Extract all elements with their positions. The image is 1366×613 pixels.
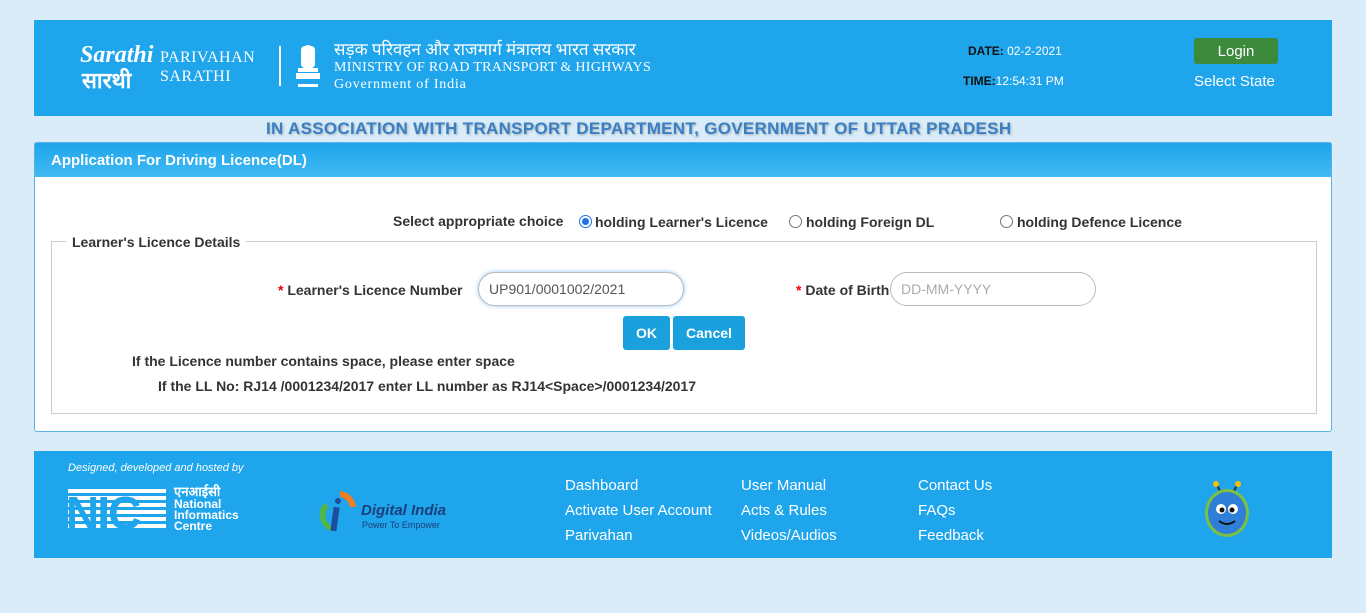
- space-note: If the Licence number contains space, pl…: [132, 353, 515, 369]
- digital-india-icon: [319, 491, 356, 532]
- footer-link-videos-audios[interactable]: Videos/Audios: [741, 523, 837, 548]
- login-button[interactable]: Login: [1194, 38, 1278, 64]
- radio-foreign-dl[interactable]: [789, 215, 802, 228]
- date-display: DATE: 02-2-2021: [968, 44, 1062, 58]
- ll-number-label: * Learner's Licence Number: [278, 282, 463, 298]
- select-state-link[interactable]: Select State: [1194, 73, 1275, 90]
- date-label: DATE:: [968, 44, 1004, 58]
- nic-line3: Centre: [174, 519, 213, 533]
- time-value: 12:54:31 PM: [995, 74, 1064, 88]
- dob-label-text: Date of Birth: [805, 282, 890, 298]
- ministry-hindi: सड़क परिवहन और राजमार्ग मंत्रालय भारत सर…: [334, 40, 636, 59]
- digital-india-tagline: Power To Empower: [362, 520, 440, 530]
- footer-link-faqs[interactable]: FAQs: [918, 498, 992, 523]
- date-value: 02-2-2021: [1007, 44, 1062, 58]
- time-label: TIME:: [963, 74, 996, 88]
- ll-number-input[interactable]: [478, 272, 684, 306]
- footer-link-feedback[interactable]: Feedback: [918, 523, 992, 548]
- svg-text:Sarathi: Sarathi: [80, 42, 154, 68]
- footer-link-parivahan[interactable]: Parivahan: [565, 523, 712, 548]
- designed-by-text: Designed, developed and hosted by: [68, 462, 244, 474]
- chatbot-mascot-icon[interactable]: [1202, 481, 1252, 539]
- time-display: TIME:12:54:31 PM: [963, 74, 1064, 88]
- header-divider: [279, 46, 281, 86]
- svg-text:सारथी: सारथी: [81, 67, 133, 93]
- cancel-button[interactable]: Cancel: [673, 316, 745, 350]
- footer-link-contact-us[interactable]: Contact Us: [918, 473, 992, 498]
- dob-label: * Date of Birth: [796, 282, 889, 298]
- radio-label-foreign[interactable]: holding Foreign DL: [806, 214, 934, 230]
- sarathi-logo-icon[interactable]: Sarathi सारथी: [78, 40, 154, 94]
- digital-india-logo[interactable]: Digital India Power To Empower: [318, 487, 458, 537]
- government-text: Government of India: [334, 77, 467, 92]
- radio-defence-licence[interactable]: [1000, 215, 1013, 228]
- national-emblem-icon: [296, 45, 320, 87]
- ministry-text: सड़क परिवहन और राजमार्ग मंत्रालय भारत सर…: [334, 40, 651, 93]
- panel-title: Application For Driving Licence(DL): [35, 143, 1331, 177]
- radio-label-defence[interactable]: holding Defence Licence: [1017, 214, 1182, 230]
- brand-line2: SARATHI: [160, 68, 232, 85]
- footer-link-user-manual[interactable]: User Manual: [741, 473, 837, 498]
- site-header: Sarathi सारथी PARIVAHAN SARATHI सड़क परि…: [34, 20, 1332, 116]
- footer-links-col3: Contact Us FAQs Feedback: [918, 473, 992, 548]
- nic-mark-text: NIC: [68, 487, 140, 535]
- radio-label-learners[interactable]: holding Learner's Licence: [595, 214, 768, 230]
- required-mark: *: [796, 282, 802, 298]
- learners-licence-fieldset: Learner's Licence Details * Learner's Li…: [51, 234, 1317, 414]
- fieldset-legend: Learner's Licence Details: [66, 234, 247, 250]
- brand-name: PARIVAHAN SARATHI: [160, 48, 255, 86]
- footer-link-activate-account[interactable]: Activate User Account: [565, 498, 712, 523]
- footer-link-acts-rules[interactable]: Acts & Rules: [741, 498, 837, 523]
- ok-button[interactable]: OK: [623, 316, 670, 350]
- brand-line1: PARIVAHAN: [160, 49, 256, 66]
- footer-link-dashboard[interactable]: Dashboard: [565, 473, 712, 498]
- choice-label: Select appropriate choice: [393, 213, 564, 229]
- digital-india-title: Digital India: [361, 502, 447, 519]
- dob-input[interactable]: [890, 272, 1096, 306]
- example-note: If the LL No: RJ14 /0001234/2017 enter L…: [158, 378, 697, 394]
- ll-number-label-text: Learner's Licence Number: [287, 282, 463, 298]
- ministry-english: MINISTRY OF ROAD TRANSPORT & HIGHWAYS: [334, 60, 652, 75]
- footer-links-col1: Dashboard Activate User Account Parivaha…: [565, 473, 712, 548]
- site-footer: Designed, developed and hosted by NIC एन…: [34, 451, 1332, 558]
- application-panel: Application For Driving Licence(DL) Sele…: [34, 142, 1332, 432]
- required-mark: *: [278, 282, 284, 298]
- association-banner: IN ASSOCIATION WITH TRANSPORT DEPARTMENT…: [266, 119, 1012, 138]
- nic-logo[interactable]: NIC एनआईसी National Informatics Centre: [66, 485, 244, 540]
- footer-links-col2: User Manual Acts & Rules Videos/Audios: [741, 473, 837, 548]
- radio-learners-licence[interactable]: [579, 215, 592, 228]
